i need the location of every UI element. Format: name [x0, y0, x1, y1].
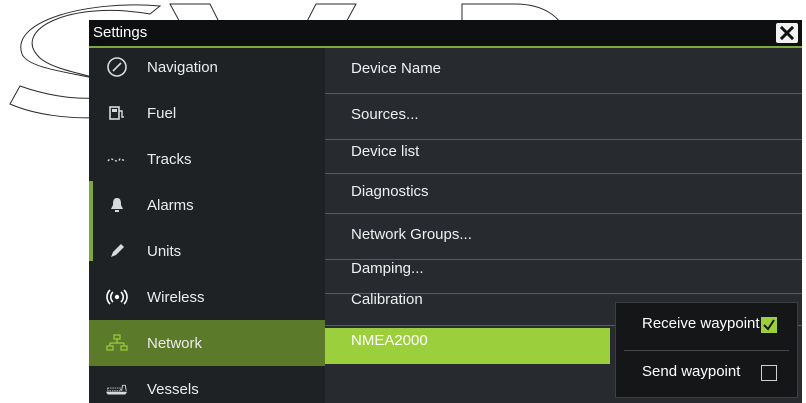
sidebar-item-navigation[interactable]: Navigation	[89, 44, 325, 90]
send-waypoint-checkbox[interactable]	[761, 365, 777, 381]
receive-waypoint-checkbox[interactable]	[761, 317, 777, 333]
compass-icon	[105, 55, 129, 79]
vessels-icon	[105, 377, 129, 401]
device-list-row[interactable]: Device list	[325, 140, 802, 174]
close-icon	[780, 26, 794, 40]
sidebar-item-tracks[interactable]: Tracks	[89, 136, 325, 182]
page-title: Settings	[93, 24, 148, 41]
sidebar: Navigation Fuel Tracks Alarms Units Wire…	[89, 48, 325, 403]
sidebar-item-label: Network	[147, 334, 203, 352]
device-name-row[interactable]: Device Name	[325, 48, 802, 94]
sidebar-item-alarms[interactable]: Alarms	[89, 182, 325, 228]
wireless-icon	[105, 285, 129, 309]
sources-row[interactable]: Sources...	[325, 94, 802, 140]
pencil-icon	[105, 239, 129, 263]
sidebar-item-label: Navigation	[147, 58, 218, 76]
option-label: Receive waypoint	[642, 315, 760, 332]
row-label: NMEA2000	[351, 332, 428, 349]
bell-icon	[105, 193, 129, 217]
diagnostics-row[interactable]: Diagnostics	[325, 174, 802, 214]
sidebar-item-units[interactable]: Units	[89, 228, 325, 274]
sidebar-item-wireless[interactable]: Wireless	[89, 274, 325, 320]
network-groups-row[interactable]: Network Groups...	[325, 214, 802, 260]
sidebar-item-network[interactable]: Network	[89, 320, 325, 366]
settings-panel: Settings Navigation Fuel Tracks Alarms U…	[89, 20, 802, 403]
network-icon	[105, 331, 129, 355]
tracks-icon	[105, 147, 129, 171]
close-button[interactable]	[776, 23, 798, 43]
row-label: Network Groups...	[351, 226, 472, 243]
sidebar-item-label: Alarms	[147, 196, 194, 214]
row-label: Device list	[351, 143, 420, 160]
sidebar-item-label: Tracks	[147, 150, 192, 168]
row-label: Damping...	[351, 260, 424, 277]
row-label: Diagnostics	[351, 183, 429, 200]
nmea2000-submenu: Receive waypoint Send waypoint	[615, 302, 798, 398]
row-label: Sources...	[351, 106, 419, 123]
sidebar-item-label: Wireless	[147, 288, 205, 306]
nmea2000-row[interactable]: NMEA2000	[325, 328, 610, 364]
row-label: Calibration	[351, 291, 423, 308]
receive-waypoint-option[interactable]: Receive waypoint	[616, 303, 797, 349]
sidebar-item-label: Fuel	[147, 104, 177, 122]
fuel-pump-icon	[105, 101, 129, 125]
sidebar-item-fuel[interactable]: Fuel	[89, 90, 325, 136]
sidebar-item-vessels[interactable]: Vessels	[89, 366, 325, 403]
row-label: Device Name	[351, 60, 442, 77]
sidebar-item-label: Vessels	[147, 380, 199, 398]
send-waypoint-option[interactable]: Send waypoint	[616, 351, 797, 397]
option-label: Send waypoint	[642, 363, 741, 380]
sidebar-item-label: Units	[147, 242, 182, 260]
